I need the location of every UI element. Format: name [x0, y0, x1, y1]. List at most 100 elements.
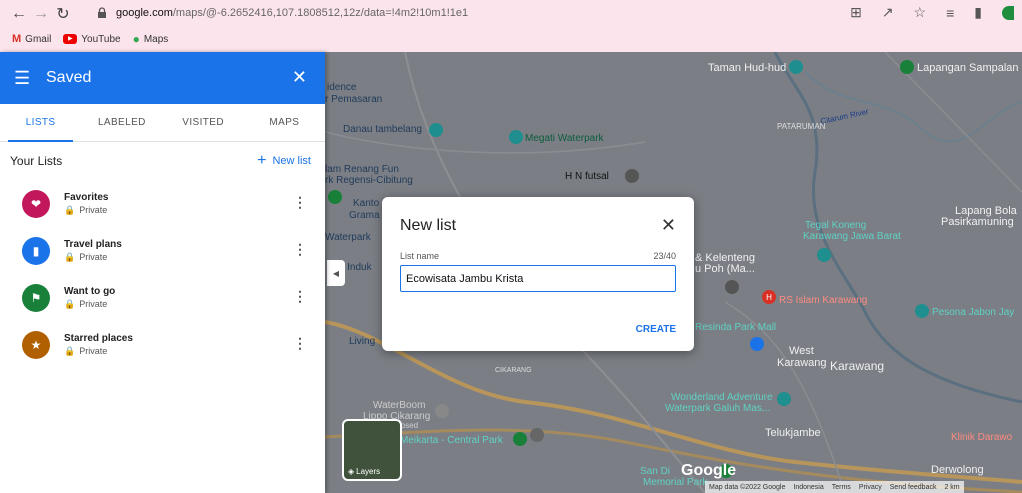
place-pin[interactable] [915, 304, 929, 318]
more-options-icon[interactable]: ⋮ [293, 241, 307, 258]
new-list-button[interactable]: + New list [257, 152, 311, 170]
map-label: Pasirkamuning [941, 216, 1014, 228]
panel-title: Saved [46, 69, 92, 86]
side-panel-icon[interactable]: ▮ [974, 4, 982, 21]
list-privacy: Private [79, 205, 108, 215]
bookmark-maps[interactable]: ● Maps [133, 32, 169, 46]
map-label: Karawang [830, 359, 885, 373]
place-pin[interactable] [777, 392, 791, 406]
map-label: Waterpark Galuh Mas... [665, 403, 771, 414]
place-pin[interactable] [429, 123, 443, 137]
map-label: idence [327, 82, 357, 93]
place-pin[interactable] [530, 428, 544, 442]
gmail-icon: M [12, 33, 22, 45]
map-label: West [789, 345, 814, 357]
list-item-want-to-go[interactable]: ⚑ Want to go 🔒 Private ⋮ [0, 274, 325, 321]
share-icon[interactable]: ↗ [882, 4, 894, 21]
list-item-favorites[interactable]: ❤ Favorites 🔒 Private ⋮ [0, 180, 325, 227]
bookmarks-bar: M Gmail ▶ YouTube ● Maps [0, 28, 168, 50]
close-icon[interactable]: ✕ [661, 215, 676, 236]
place-pin[interactable] [625, 169, 639, 183]
lock-icon: 🔒 [64, 204, 76, 215]
map-label: u Poh (Ma... [695, 263, 755, 275]
flag-icon: ⚑ [22, 283, 50, 312]
tab-maps[interactable]: MAPS [244, 104, 325, 141]
map-label: San Di [640, 466, 671, 477]
install-icon[interactable]: ⊞ [850, 4, 862, 21]
map-attribution: Map data ©2022 Google Indonesia Terms Pr… [705, 481, 964, 493]
layers-icon: ◈ [348, 467, 355, 476]
url-domain: google.com [116, 7, 173, 19]
hospital-pin[interactable]: H [762, 290, 776, 304]
tab-visited[interactable]: VISITED [163, 104, 244, 141]
heart-icon: ❤ [22, 189, 50, 218]
map-label: r Pemasaran [325, 94, 383, 105]
forward-arrow-icon[interactable]: → [30, 3, 52, 25]
map-label: Waterpark [325, 232, 371, 243]
shopping-pin[interactable] [750, 337, 764, 351]
bookmark-youtube[interactable]: ▶ YouTube [63, 34, 121, 45]
map-label: Meikarta - Central Park [400, 435, 503, 446]
lock-icon: 🔒 [64, 251, 76, 262]
collapse-panel-button[interactable]: ◀ [327, 260, 345, 286]
google-logo: Google [681, 462, 737, 479]
map-label: Karawang Jawa Barat [803, 231, 901, 242]
saved-panel: ☰ Saved ✕ LISTS LABELED VISITED MAPS You… [0, 52, 325, 493]
profile-avatar[interactable] [1002, 5, 1014, 20]
map-label: Lapangan Sampalan [917, 62, 1019, 74]
place-pin[interactable] [513, 432, 527, 446]
map-label: Wonderland Adventure [671, 392, 773, 403]
reading-list-icon[interactable]: ≡ [946, 5, 954, 21]
url-path: /maps/@-6.2652416,107.1808512,12z/data=!… [172, 7, 469, 19]
more-options-icon[interactable]: ⋮ [293, 288, 307, 305]
create-button[interactable]: CREATE [636, 324, 676, 335]
place-pin[interactable] [900, 60, 914, 74]
list-privacy: Private [79, 346, 108, 356]
map-label: Derwolong [931, 464, 984, 476]
reload-icon[interactable]: ↻ [52, 3, 74, 25]
list-name: Starred places [64, 332, 133, 344]
address-bar[interactable]: google.com/maps/@-6.2652416,107.1808512,… [96, 3, 876, 23]
tab-lists[interactable]: LISTS [0, 104, 81, 142]
place-pin[interactable] [817, 248, 831, 262]
bookmark-gmail[interactable]: M Gmail [12, 33, 51, 45]
tab-labeled[interactable]: LABELED [81, 104, 162, 141]
list-privacy: Private [79, 252, 108, 262]
map-label: H N futsal [565, 171, 609, 182]
map-label: Tegal Koneng [805, 220, 867, 231]
map-label: Megati Waterpark [525, 133, 604, 144]
map-label: PATARUMAN [777, 122, 826, 131]
char-counter: 23/40 [653, 251, 676, 261]
list-name: Favorites [64, 191, 109, 203]
saved-tabs: LISTS LABELED VISITED MAPS [0, 104, 325, 142]
more-options-icon[interactable]: ⋮ [293, 335, 307, 352]
suitcase-icon: ▮ [22, 236, 50, 265]
map-label: rk Regensi-Cibitung [325, 175, 413, 186]
more-options-icon[interactable]: ⋮ [293, 194, 307, 211]
place-pin[interactable] [435, 404, 449, 418]
layers-button[interactable]: ◈ Layers [342, 419, 402, 481]
bookmark-star-icon[interactable]: ☆ [914, 4, 927, 21]
place-pin[interactable] [509, 130, 523, 144]
list-item-travel-plans[interactable]: ▮ Travel plans 🔒 Private ⋮ [0, 227, 325, 274]
place-pin[interactable] [789, 60, 803, 74]
map-label: Taman Hud-hud [708, 62, 787, 74]
map-label: Resinda Park Mall [695, 322, 777, 333]
menu-icon[interactable]: ☰ [14, 68, 34, 89]
lock-icon: 🔒 [64, 345, 76, 356]
list-name-input[interactable] [400, 265, 676, 292]
map-label: Karawang [777, 357, 827, 369]
new-list-dialog: New list ✕ List name 23/40 CREATE [382, 197, 694, 351]
your-lists-header: Your Lists + New list [0, 142, 325, 180]
map-label: Danau tambelang [343, 124, 422, 135]
place-pin[interactable] [725, 280, 739, 294]
map-label: r Induk [341, 262, 372, 273]
close-icon[interactable]: ✕ [292, 67, 307, 88]
place-pin[interactable] [328, 190, 342, 204]
map-label: Pesona Jabon Jay [932, 307, 1015, 318]
map-label: Telukjambe [765, 427, 821, 439]
list-name: Want to go [64, 285, 116, 297]
back-arrow-icon[interactable]: ← [8, 3, 30, 25]
list-item-starred-places[interactable]: ★ Starred places 🔒 Private ⋮ [0, 321, 325, 368]
list-name-label: List name [400, 251, 440, 261]
